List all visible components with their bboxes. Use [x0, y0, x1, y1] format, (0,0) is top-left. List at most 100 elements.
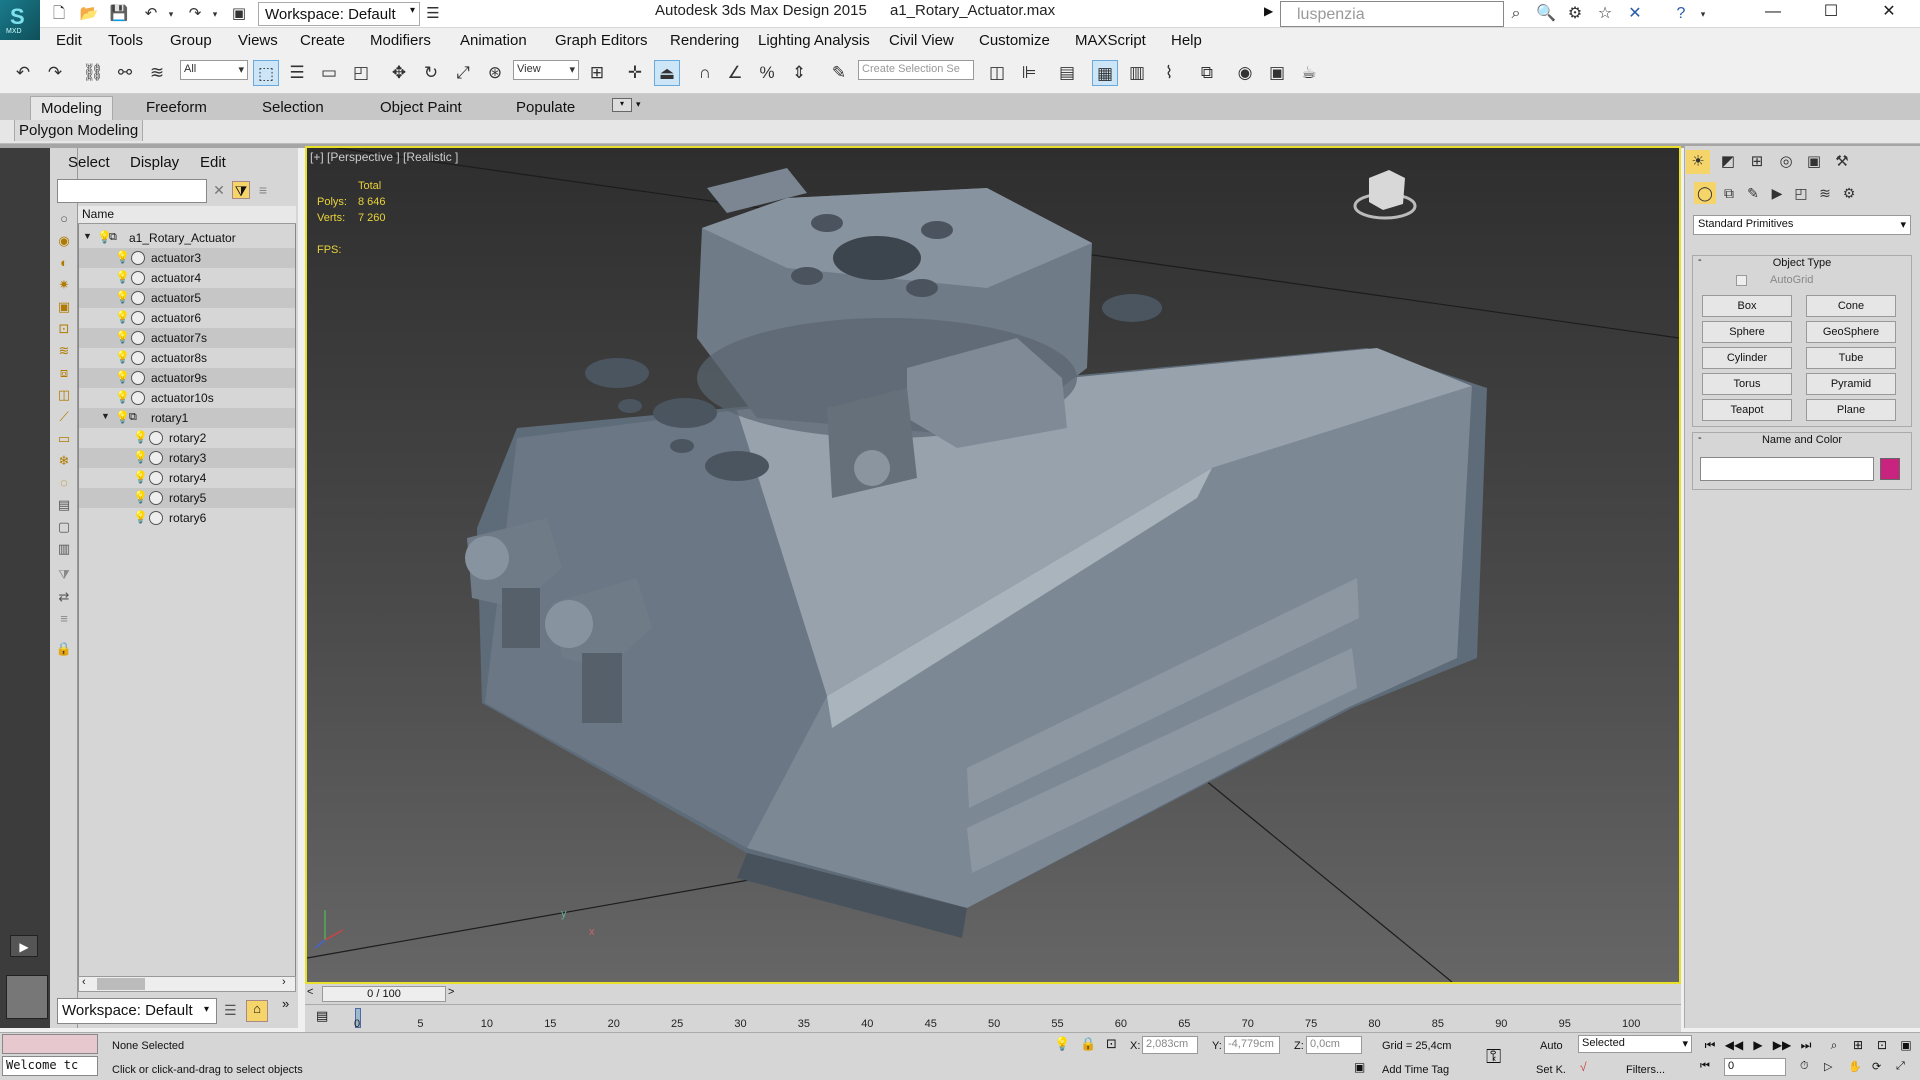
select-manipulate-icon[interactable]: ✛	[622, 60, 648, 86]
light-bulb-icon[interactable]: 💡	[133, 510, 148, 524]
chevron-down-icon[interactable]: ▾	[204, 1004, 209, 1015]
filter-funnel-icon[interactable]: ⧩	[55, 566, 73, 584]
filters-button[interactable]: Filters...	[1626, 1064, 1665, 1076]
tree-row[interactable]: 💡 actuator3	[79, 248, 295, 268]
rectangular-selection-icon[interactable]: ▭	[316, 60, 342, 86]
systems-icon[interactable]: ⚙	[1838, 182, 1860, 204]
snaps-toggle-icon[interactable]: ∩	[692, 60, 718, 86]
menu-tools[interactable]: Tools	[108, 32, 143, 49]
geometry-icon[interactable]: ◯	[1694, 182, 1716, 204]
maxscript-listener-input[interactable]: Welcome tc	[2, 1056, 98, 1076]
tree-row[interactable]: 💡 actuator10s	[79, 388, 295, 408]
tree-row[interactable]: 💡 rotary5	[79, 488, 295, 508]
lights-icon[interactable]: ✎	[1742, 182, 1764, 204]
add-time-tag[interactable]: Add Time Tag	[1382, 1064, 1449, 1076]
render-setup-icon[interactable]: ▣	[1264, 60, 1290, 86]
help-icon[interactable]: ?	[1670, 3, 1692, 25]
expand-triangle-icon[interactable]: ▼	[101, 411, 110, 421]
search-input[interactable]: luspenzia	[1280, 1, 1504, 27]
go-to-start-icon[interactable]: ⏮	[1700, 1036, 1720, 1054]
object-category-dropdown[interactable]: Standard Primitives ▾	[1693, 215, 1911, 235]
menu-views[interactable]: Views	[238, 32, 278, 49]
toggle-layer-explorer-icon[interactable]: ▦	[1092, 60, 1118, 86]
viewport-perspective[interactable]: y x	[305, 146, 1681, 984]
menu-animation[interactable]: Animation	[460, 32, 527, 49]
display-spacewarps-icon[interactable]: ≋	[55, 342, 73, 360]
ribbon-options-icon[interactable]: ▾	[612, 98, 632, 112]
zoom-extents-icon[interactable]: ⊡	[1872, 1036, 1892, 1054]
undo-icon[interactable]: ↶	[10, 60, 36, 86]
display-geometry-icon[interactable]: ◉	[55, 232, 73, 250]
tree-row[interactable]: 💡 actuator9s	[79, 368, 295, 388]
light-bulb-icon[interactable]: 💡	[133, 470, 148, 484]
hierarchy-icon[interactable]: ⌂	[246, 1000, 268, 1022]
light-bulb-icon[interactable]: 💡	[133, 490, 148, 504]
autogrid-checkbox[interactable]	[1736, 275, 1747, 286]
cylinder-button[interactable]: Cylinder	[1702, 347, 1792, 369]
minimize-button[interactable]: —	[1750, 0, 1796, 26]
selection-lock-icon[interactable]: 🔒	[1080, 1036, 1096, 1052]
percent-snap-icon[interactable]: %	[754, 60, 780, 86]
scroll-left-icon[interactable]: ‹	[82, 976, 86, 988]
ribbon-tab-populate[interactable]: Populate	[506, 96, 585, 120]
light-bulb-icon[interactable]: 💡	[115, 350, 130, 364]
y-coordinate-field[interactable]: -4,779cm	[1224, 1036, 1280, 1054]
light-bulb-icon[interactable]: 💡	[115, 250, 130, 264]
absolute-mode-icon[interactable]: ⊡	[1106, 1036, 1117, 1052]
zoom-icon[interactable]: ⌕	[1824, 1036, 1844, 1054]
key-mode-icon[interactable]: ⏮	[1700, 1060, 1710, 1073]
lock-icon[interactable]: 🔒	[55, 640, 73, 658]
tree-row[interactable]: 💡 actuator6	[79, 308, 295, 328]
explorer-menu-select[interactable]: Select	[68, 154, 110, 171]
tree-row[interactable]: 💡 actuator7s	[79, 328, 295, 348]
field-of-view-icon[interactable]: ▷	[1824, 1060, 1832, 1073]
mirror-icon[interactable]: ◫	[984, 60, 1010, 86]
clear-search-icon[interactable]: ✕	[210, 181, 228, 199]
display-containers-icon[interactable]: ▭	[55, 430, 73, 448]
previous-frame-icon[interactable]: ◀◀	[1724, 1036, 1744, 1054]
spinner-snap-icon[interactable]: ⇕	[786, 60, 812, 86]
time-tag-icon[interactable]: ▣	[1354, 1060, 1365, 1074]
maximize-viewport-icon[interactable]: ⤢	[1896, 1060, 1905, 1073]
viewport-label[interactable]: [+] [Perspective ] [Realistic ]	[310, 150, 458, 164]
sphere-button[interactable]: Sphere	[1702, 321, 1792, 343]
display-cameras-icon[interactable]: ▣	[55, 298, 73, 316]
menu-modifiers[interactable]: Modifiers	[370, 32, 431, 49]
pan-view-icon[interactable]: ✋	[1848, 1060, 1862, 1073]
quick-access-menu-icon[interactable]: ☰	[422, 3, 444, 25]
motion-tab-icon[interactable]: ◎	[1774, 150, 1798, 174]
scroll-right-icon[interactable]: ›	[282, 976, 286, 988]
redo-icon[interactable]: ↷	[42, 60, 68, 86]
z-coordinate-field[interactable]: 0,0cm	[1306, 1036, 1362, 1054]
workspace-dropdown[interactable]: Workspace: Default ▾	[258, 2, 420, 26]
display-shapes-icon[interactable]: ◐	[55, 254, 73, 272]
close-button[interactable]: ✕	[1866, 0, 1912, 26]
light-bulb-icon[interactable]: 💡	[133, 450, 148, 464]
set-key-icon[interactable]: ⚿	[1486, 1046, 1501, 1069]
object-color-swatch[interactable]	[1880, 458, 1900, 480]
reference-coordinate-dropdown[interactable]: View ▾	[513, 60, 579, 80]
material-editor-icon[interactable]: ◉	[1232, 60, 1258, 86]
time-slider-right-icon[interactable]: >	[448, 986, 454, 998]
name-and-color-heading[interactable]: Name and Color	[1692, 432, 1912, 448]
time-slider-left-icon[interactable]: <	[307, 986, 313, 998]
select-place-icon[interactable]: ⊛	[482, 60, 508, 86]
ribbon-tab-modeling[interactable]: Modeling	[30, 96, 113, 120]
tree-row[interactable]: 💡 rotary2	[79, 428, 295, 448]
light-bulb-icon[interactable]: 💡	[115, 290, 130, 304]
cameras-icon[interactable]: ▶	[1766, 182, 1788, 204]
hierarchy-tab-icon[interactable]: ⊞	[1745, 150, 1769, 174]
toggle-scene-explorer-icon[interactable]: ▤	[1054, 60, 1080, 86]
display-lights-icon[interactable]: ✷	[55, 276, 73, 294]
display-helpers-icon[interactable]: ⊡	[55, 320, 73, 338]
light-bulb-icon[interactable]: 💡	[115, 390, 130, 404]
create-tab-icon[interactable]: ☀	[1686, 150, 1710, 174]
set-key-button[interactable]: Set K.	[1536, 1064, 1566, 1076]
app-logo[interactable]: S MXD	[0, 0, 40, 40]
auto-key-button[interactable]: Auto	[1540, 1040, 1563, 1052]
filter-icon[interactable]: ⧩	[232, 181, 250, 199]
select-rotate-icon[interactable]: ↻	[418, 60, 444, 86]
undo-icon[interactable]: ↶	[140, 3, 162, 25]
light-bulb-icon[interactable]: 💡	[115, 270, 130, 284]
object-name-input[interactable]	[1700, 457, 1874, 481]
